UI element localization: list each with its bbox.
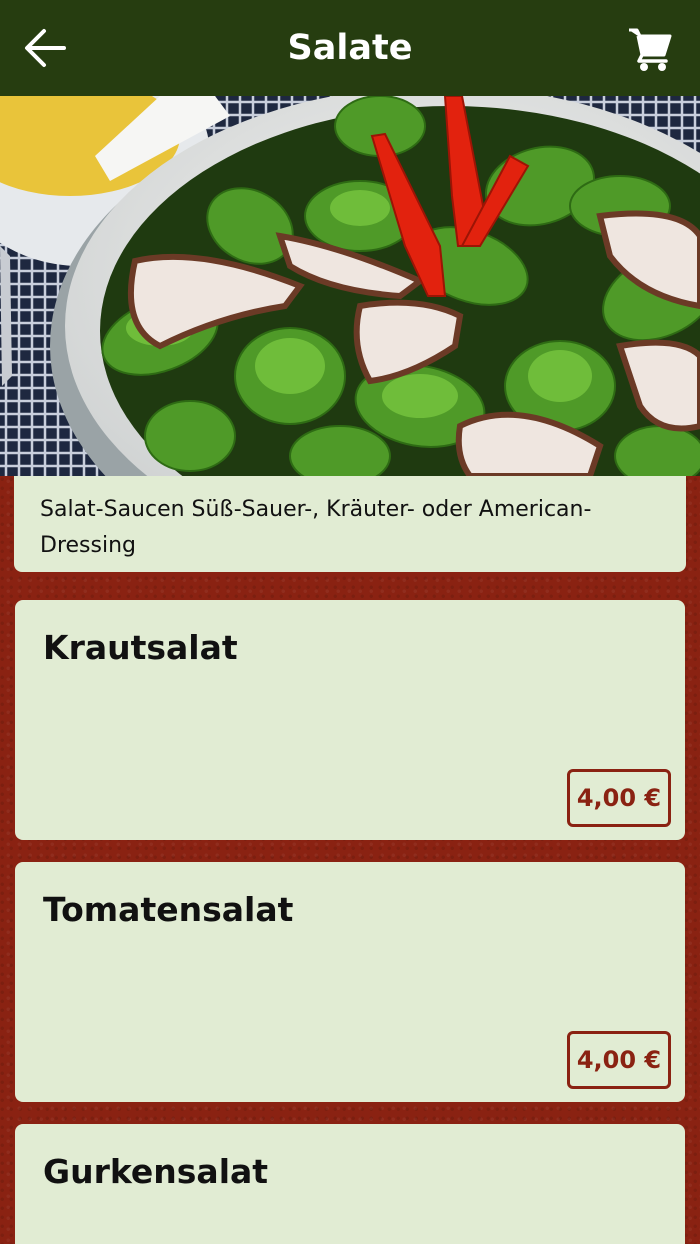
- salad-hero-image: [0, 96, 700, 476]
- arrow-left-icon: [25, 29, 66, 67]
- product-name: Gurkensalat: [43, 1152, 269, 1191]
- app-header: Salate: [0, 0, 700, 96]
- product-card-tomatensalat[interactable]: Tomatensalat 4,00 €: [15, 862, 685, 1102]
- product-name: Krautsalat: [43, 628, 238, 667]
- price-button[interactable]: 4,00 €: [567, 1031, 671, 1089]
- product-name: Tomatensalat: [43, 890, 294, 929]
- product-card-gurkensalat[interactable]: Gurkensalat: [15, 1124, 685, 1244]
- price-button[interactable]: 4,00 €: [567, 769, 671, 827]
- dressing-info: Salat-Saucen Süß-Sauer-, Kräuter- oder A…: [14, 476, 686, 572]
- cart-button[interactable]: [628, 26, 672, 72]
- page-title: Salate: [287, 28, 413, 68]
- shopping-cart-icon: [629, 28, 672, 71]
- back-button[interactable]: [22, 26, 68, 70]
- product-card-krautsalat[interactable]: Krautsalat 4,00 €: [15, 600, 685, 840]
